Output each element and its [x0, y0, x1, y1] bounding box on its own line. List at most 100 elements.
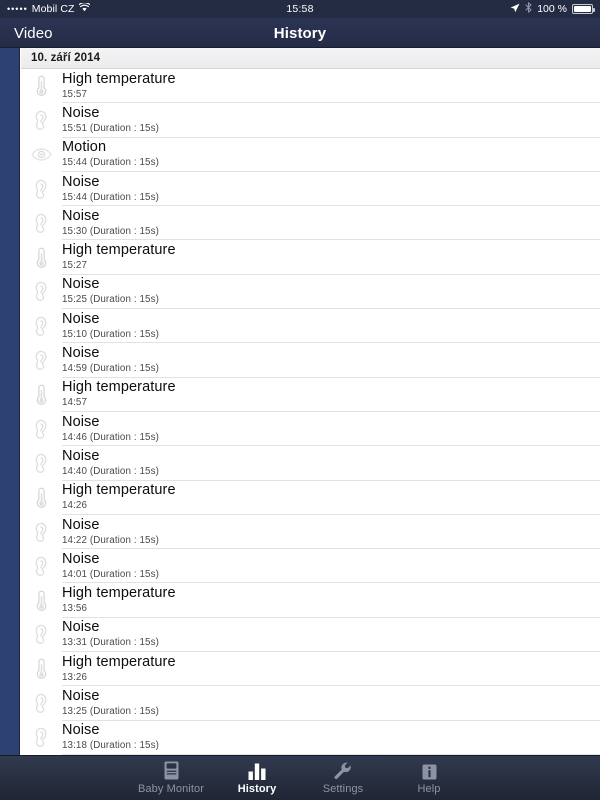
- history-list[interactable]: 10. září 2014 High temperature 15:57 Noise…: [21, 48, 600, 755]
- history-row[interactable]: High temperature 14:57: [21, 377, 600, 413]
- ear-icon: [21, 344, 62, 378]
- history-row-subtitle: 14:26: [62, 500, 88, 512]
- history-row-title: High temperature: [62, 482, 176, 499]
- history-row-title: Noise: [62, 413, 100, 430]
- history-row-title: High temperature: [62, 242, 176, 259]
- history-row-title: Noise: [62, 207, 100, 224]
- history-row-subtitle: 13:56: [62, 603, 88, 615]
- history-row-text: Noise 13:31 (Duration : 15s): [62, 620, 600, 649]
- thermometer-icon: [21, 69, 62, 103]
- history-row-title: Noise: [62, 516, 100, 533]
- history-row[interactable]: High temperature 15:27: [21, 240, 600, 276]
- history-row-subtitle: 15:44 (Duration : 15s): [62, 157, 159, 169]
- history-row[interactable]: High temperature 14:26: [21, 480, 600, 516]
- battery-full-icon: [572, 4, 595, 14]
- history-row-subtitle: 13:31 (Duration : 15s): [62, 637, 159, 649]
- status-bar: ••••• Mobil CZ 15:58 100 %: [0, 0, 600, 18]
- history-row[interactable]: Noise 13:18 (Duration : 15s): [21, 720, 600, 755]
- ear-icon: [21, 618, 62, 652]
- ear-icon: [21, 309, 62, 343]
- history-row-text: Noise 14:59 (Duration : 15s): [62, 346, 600, 375]
- history-row-text: High temperature 15:27: [62, 243, 600, 272]
- tab-label: Settings: [322, 783, 364, 795]
- history-row-title: Noise: [62, 619, 100, 636]
- history-row-subtitle: 13:18 (Duration : 15s): [62, 740, 159, 752]
- history-row-text: High temperature 13:56: [62, 586, 600, 615]
- thermometer-icon: [21, 378, 62, 412]
- history-row-text: High temperature 15:57: [62, 71, 600, 101]
- history-row-text: High temperature 13:26: [62, 653, 600, 684]
- history-row-title: High temperature: [62, 653, 176, 670]
- history-row[interactable]: Noise 15:25 (Duration : 15s): [21, 274, 600, 310]
- history-row-text: Noise 15:10 (Duration : 15s): [62, 310, 600, 341]
- history-row-text: Noise 15:44 (Duration : 15s): [62, 174, 600, 204]
- history-row[interactable]: Noise 14:22 (Duration : 15s): [21, 514, 600, 550]
- history-row-subtitle: 14:22 (Duration : 15s): [62, 534, 159, 546]
- history-row-subtitle: 15:51 (Duration : 15s): [62, 122, 159, 134]
- history-row-title: High temperature: [62, 585, 176, 602]
- history-row-subtitle: 15:57: [62, 88, 88, 100]
- tab-history[interactable]: History: [214, 756, 300, 800]
- wrench-icon: [334, 761, 352, 780]
- tab-baby-monitor[interactable]: Baby Monitor: [128, 756, 214, 800]
- signal-strength-dots: •••••: [7, 3, 28, 14]
- history-row-text: Noise 15:25 (Duration : 15s): [62, 277, 600, 306]
- history-row-title: High temperature: [62, 379, 176, 396]
- history-row[interactable]: Noise 15:30 (Duration : 15s): [21, 206, 600, 241]
- history-row-subtitle: 13:26: [62, 671, 88, 683]
- tab-help[interactable]: Help: [386, 756, 472, 800]
- history-row[interactable]: Noise 14:01 (Duration : 15s): [21, 549, 600, 584]
- tab-label: History: [237, 783, 277, 795]
- history-row-text: Noise 13:18 (Duration : 15s): [62, 723, 600, 752]
- ear-icon: [21, 721, 62, 755]
- history-row-subtitle: 15:10 (Duration : 15s): [62, 328, 159, 340]
- history-row[interactable]: Noise 15:10 (Duration : 15s): [21, 309, 600, 344]
- history-row[interactable]: High temperature 13:26: [21, 652, 600, 687]
- history-row-text: High temperature 14:57: [62, 380, 600, 409]
- history-row-text: Motion 15:44 (Duration : 15s): [62, 140, 600, 169]
- history-row-text: Noise 15:30 (Duration : 15s): [62, 207, 600, 238]
- thermometer-icon: [21, 584, 62, 618]
- ear-icon: [21, 103, 62, 137]
- page-title: History: [273, 24, 327, 42]
- history-row[interactable]: Noise 15:51 (Duration : 15s): [21, 103, 600, 138]
- section-header-date: 10. září 2014: [21, 48, 600, 69]
- history-row-title: Noise: [62, 447, 100, 464]
- history-row-subtitle: 15:25 (Duration : 15s): [62, 294, 159, 306]
- tab-settings[interactable]: Settings: [300, 756, 386, 800]
- tab-bar: Baby Monitor History Settings Help: [0, 755, 600, 800]
- history-row-title: Noise: [62, 345, 100, 362]
- history-row-text: Noise 14:22 (Duration : 15s): [62, 516, 600, 547]
- history-row-title: Noise: [62, 310, 100, 327]
- history-row[interactable]: Noise 14:59 (Duration : 15s): [21, 343, 600, 378]
- ear-icon: [21, 275, 62, 309]
- history-row-subtitle: 14:01 (Duration : 15s): [62, 568, 159, 580]
- history-row[interactable]: Noise 15:44 (Duration : 15s): [21, 171, 600, 207]
- history-row[interactable]: Noise 13:31 (Duration : 15s): [21, 617, 600, 653]
- history-row[interactable]: Noise 13:25 (Duration : 15s): [21, 686, 600, 721]
- bar-chart-icon: [248, 761, 267, 780]
- history-row-text: Noise 13:25 (Duration : 15s): [62, 687, 600, 718]
- history-row[interactable]: High temperature 15:57: [21, 69, 600, 104]
- history-row-text: High temperature 14:26: [62, 483, 600, 512]
- history-row[interactable]: Noise 14:46 (Duration : 15s): [21, 411, 600, 447]
- ear-icon: [21, 172, 62, 206]
- battery-percent-label: 100 %: [537, 3, 567, 15]
- thermometer-icon: [21, 481, 62, 515]
- tab-label: Help: [417, 783, 441, 795]
- history-row-subtitle: 15:30 (Duration : 15s): [62, 225, 159, 237]
- history-row-subtitle: 14:46 (Duration : 15s): [62, 431, 159, 443]
- history-row[interactable]: Noise 14:40 (Duration : 15s): [21, 446, 600, 481]
- baby-monitor-icon: [164, 761, 179, 780]
- history-row-subtitle: 15:27: [62, 260, 88, 272]
- history-row[interactable]: High temperature 13:56: [21, 583, 600, 619]
- history-row-subtitle: 15:44 (Duration : 15s): [62, 191, 159, 203]
- history-row[interactable]: Motion 15:44 (Duration : 15s): [21, 137, 600, 173]
- history-row-title: Noise: [62, 687, 100, 704]
- tab-container: Baby Monitor History Settings Help: [128, 756, 472, 800]
- eye-icon: [21, 138, 62, 172]
- carrier-label: Mobil CZ: [31, 3, 75, 15]
- history-row-subtitle: 14:40 (Duration : 15s): [62, 465, 159, 477]
- ear-icon: [21, 206, 62, 240]
- wifi-icon: [78, 2, 91, 15]
